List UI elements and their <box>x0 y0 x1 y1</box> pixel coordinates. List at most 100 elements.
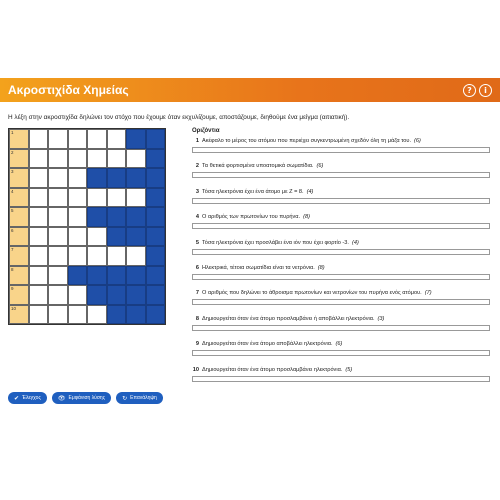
grid-cell-blocked <box>87 207 107 227</box>
grid-cell[interactable] <box>48 207 68 227</box>
grid-cell[interactable] <box>48 265 68 285</box>
grid-cell-acrostic[interactable]: 1 <box>9 129 29 149</box>
grid-cell[interactable] <box>67 187 87 207</box>
grid-cell[interactable] <box>87 226 107 246</box>
grid-cell[interactable] <box>28 168 48 188</box>
answer-field[interactable]: ______ <box>192 147 490 153</box>
clue-item: 3 Τόσα ηλεκτρόνια έχει ένα άτομο με Z = 8… <box>192 189 492 214</box>
grid-cell-acrostic[interactable]: 3 <box>9 168 29 188</box>
grid-cell[interactable] <box>48 304 68 324</box>
grid-cell[interactable] <box>87 304 107 324</box>
grid-cell-blocked <box>126 265 146 285</box>
grid-cell[interactable] <box>28 304 48 324</box>
grid-cell[interactable] <box>28 285 48 305</box>
instruction-text: Η λέξη στην ακροστιχίδα δηλώνει τον στόχ… <box>8 114 350 121</box>
grid-cell[interactable] <box>106 187 126 207</box>
grid-cell[interactable] <box>28 148 48 168</box>
grid-row-number: 7 <box>11 247 14 252</box>
grid-cell[interactable] <box>67 168 87 188</box>
grid-cell[interactable] <box>106 148 126 168</box>
grid-cell-acrostic[interactable]: 10 <box>9 304 29 324</box>
grid-row-number: 8 <box>11 266 14 272</box>
grid-cell[interactable] <box>28 129 48 149</box>
grid-cell-acrostic[interactable]: 2 <box>9 148 29 168</box>
grid-cell[interactable] <box>48 226 68 246</box>
grid-cell[interactable] <box>87 129 107 149</box>
info-icon-glyph: i <box>480 84 491 96</box>
grid-cell-blocked <box>126 129 146 149</box>
help-icon[interactable]: ? <box>463 83 476 97</box>
grid-cell-blocked <box>126 226 146 246</box>
info-icon[interactable]: i <box>479 83 492 97</box>
title-bar: Ακροστιχίδα Χημείας ? i <box>0 78 500 102</box>
clue-text: Ο αριθμός που δηλώνει το άθροισμα πρωτον… <box>202 290 422 297</box>
grid-cell[interactable] <box>67 285 87 305</box>
clue-text-row: 4Ο αριθμός των πρωτονίων του πυρήνα. (8) <box>192 214 492 220</box>
grid-row-number: 5 <box>11 208 14 213</box>
grid-cell[interactable] <box>67 304 87 324</box>
grid-cell-blocked <box>145 168 165 188</box>
action-buttons: ✔ Έλεγχος 👁 Εμφάνιση λύσης ↻ Επανάληψη <box>8 392 163 404</box>
grid-cell[interactable] <box>67 207 87 227</box>
grid-cell-blocked <box>126 168 146 188</box>
check-button[interactable]: ✔ Έλεγχος <box>8 392 47 404</box>
answer-field[interactable]: ____ <box>192 197 490 204</box>
grid-cell-acrostic[interactable]: 9 <box>9 285 29 305</box>
grid-cell[interactable] <box>28 246 48 266</box>
grid-cell[interactable] <box>87 148 107 168</box>
grid-cell[interactable] <box>126 246 146 266</box>
grid-cell[interactable] <box>67 226 87 246</box>
clue-number: 5 <box>195 239 199 246</box>
clue-item: 9 Δημιουργείται όταν ένα άτομο αποβάλλει … <box>192 341 492 366</box>
grid-cell-acrostic[interactable]: 7 <box>9 246 29 266</box>
answer-field[interactable]: ________ <box>192 273 490 280</box>
grid-cell[interactable] <box>28 226 48 246</box>
grid-cell[interactable] <box>28 187 48 207</box>
answer-field[interactable]: ____ <box>192 248 490 255</box>
grid-cell[interactable] <box>48 285 68 305</box>
grid-cell[interactable] <box>87 187 107 207</box>
clue-text: Ο αριθμός των πρωτονίων του πυρήνα. <box>202 214 301 221</box>
grid-cell-acrostic[interactable]: 4 <box>9 187 29 207</box>
grid-cell[interactable] <box>67 129 87 149</box>
answer-field[interactable]: ______ <box>192 350 490 357</box>
grid-cell-blocked <box>145 207 165 227</box>
clue-letter-count: (5) <box>345 366 353 373</box>
grid-cell[interactable] <box>48 246 68 266</box>
grid-cell[interactable] <box>48 187 68 207</box>
answer-field[interactable]: ________ <box>192 223 490 230</box>
grid-cell[interactable] <box>48 148 68 168</box>
clue-item: 4Ο αριθμός των πρωτονίων του πυρήνα. (8) _… <box>192 214 492 239</box>
grid-cell[interactable] <box>126 148 146 168</box>
grid-cell-blocked <box>87 285 107 305</box>
clue-text: Δημιουργείται όταν ένα άτομο αποβάλλει η… <box>202 341 333 348</box>
grid-cell[interactable] <box>67 246 87 266</box>
retry-button[interactable]: ↻ Επανάληψη <box>116 392 163 404</box>
grid-cell-acrostic[interactable]: 5 <box>9 207 29 227</box>
clues-panel: Οριζόντια 1 Ακέφαλο το μέρος του ατόμου π… <box>192 128 492 392</box>
clue-text: Δημιουργείται όταν ένα άτομο προσλαμβάνε… <box>202 366 343 373</box>
clue-text-row: 1 Ακέφαλο το μέρος του ατόμου που περιέχε… <box>192 138 492 144</box>
clue-letter-count: (4) <box>351 239 359 246</box>
clue-text: Τόσα ηλεκτρόνια έχει προσλάβει ένα ιόν π… <box>202 239 349 246</box>
show-solution-button[interactable]: 👁 Εμφάνιση λύσης <box>51 392 112 404</box>
grid-cell[interactable] <box>87 246 107 266</box>
grid-cell[interactable] <box>48 168 68 188</box>
answer-field[interactable]: ______ <box>192 172 490 179</box>
grid-cell[interactable] <box>48 129 68 149</box>
grid-cell[interactable] <box>126 187 146 207</box>
grid-cell[interactable] <box>28 207 48 227</box>
answer-field[interactable]: _______ <box>192 299 490 306</box>
grid-cell[interactable] <box>28 265 48 285</box>
grid-cell[interactable] <box>67 148 87 168</box>
grid-cell-acrostic[interactable]: 6 <box>9 226 29 246</box>
grid-cell-blocked <box>106 226 126 246</box>
answer-field[interactable]: ___ <box>192 324 490 331</box>
grid-cell[interactable] <box>106 246 126 266</box>
answer-field[interactable]: _____ <box>192 375 490 382</box>
grid-cell[interactable] <box>106 129 126 149</box>
clue-letter-count: (4) <box>306 188 314 195</box>
grid-cell-acrostic[interactable]: 8 <box>9 265 29 285</box>
grid-cell-blocked <box>106 285 126 305</box>
clue-letter-count: (6) <box>414 138 421 144</box>
